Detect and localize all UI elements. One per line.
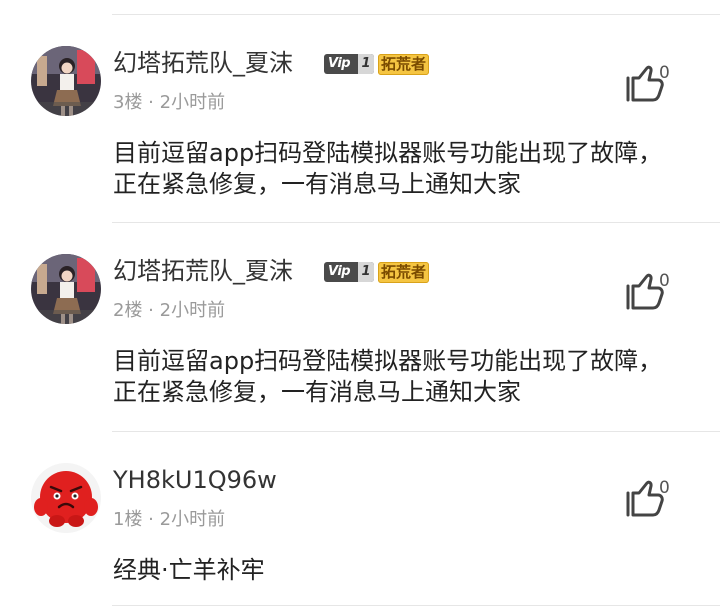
comment-meta: 1楼 · 2小时前	[113, 509, 226, 530]
girl-photo-avatar	[31, 46, 101, 116]
comment-item: YH8kU1Q96w 1楼 · 2小时前 经典·亡羊补牢 0	[0, 463, 720, 603]
comment-item: 幻塔拓荒队_夏沫 Vip 1 拓荒者 2楼 · 2小时前 目前逗留app扫码登陆…	[0, 254, 720, 430]
comment-item: 幻塔拓荒队_夏沫 Vip 1 拓荒者 3楼 · 2小时前 目前逗留app扫码登陆…	[0, 46, 720, 222]
divider	[112, 14, 720, 15]
username[interactable]: 幻塔拓荒队_夏沫	[113, 46, 293, 80]
username[interactable]: YH8kU1Q96w	[113, 463, 277, 497]
like-count: 0	[659, 478, 670, 498]
title-badge: 拓荒者	[378, 54, 430, 75]
avatar[interactable]	[31, 463, 101, 533]
vip-label: Vip	[328, 264, 351, 279]
vip-level: 1	[358, 262, 374, 282]
vip-badge: Vip 1	[324, 54, 374, 74]
comment-content: 目前逗留app扫码登陆模拟器账号功能出现了故障，正在紧急修复，一有消息马上通知大…	[113, 347, 663, 406]
comment-list: 幻塔拓荒队_夏沫 Vip 1 拓荒者 3楼 · 2小时前 目前逗留app扫码登陆…	[0, 0, 720, 612]
comment-meta: 3楼 · 2小时前	[113, 92, 226, 113]
vip-badge: Vip 1	[324, 262, 374, 282]
avatar[interactable]	[31, 254, 101, 324]
girl-photo-avatar	[31, 254, 101, 324]
vip-level: 1	[358, 54, 374, 74]
like-count: 0	[659, 63, 670, 83]
username[interactable]: 幻塔拓荒队_夏沫	[113, 254, 293, 288]
like-count: 0	[659, 271, 670, 291]
comment-content: 经典·亡羊补牢	[113, 556, 265, 584]
divider	[112, 431, 720, 432]
comment-meta: 2楼 · 2小时前	[113, 300, 226, 321]
divider	[112, 222, 720, 223]
divider	[112, 605, 720, 606]
red-cartoon-avatar	[31, 463, 101, 533]
vip-label: Vip	[328, 56, 351, 71]
avatar[interactable]	[31, 46, 101, 116]
comment-content: 目前逗留app扫码登陆模拟器账号功能出现了故障，正在紧急修复，一有消息马上通知大…	[113, 139, 663, 198]
title-badge: 拓荒者	[378, 262, 430, 283]
